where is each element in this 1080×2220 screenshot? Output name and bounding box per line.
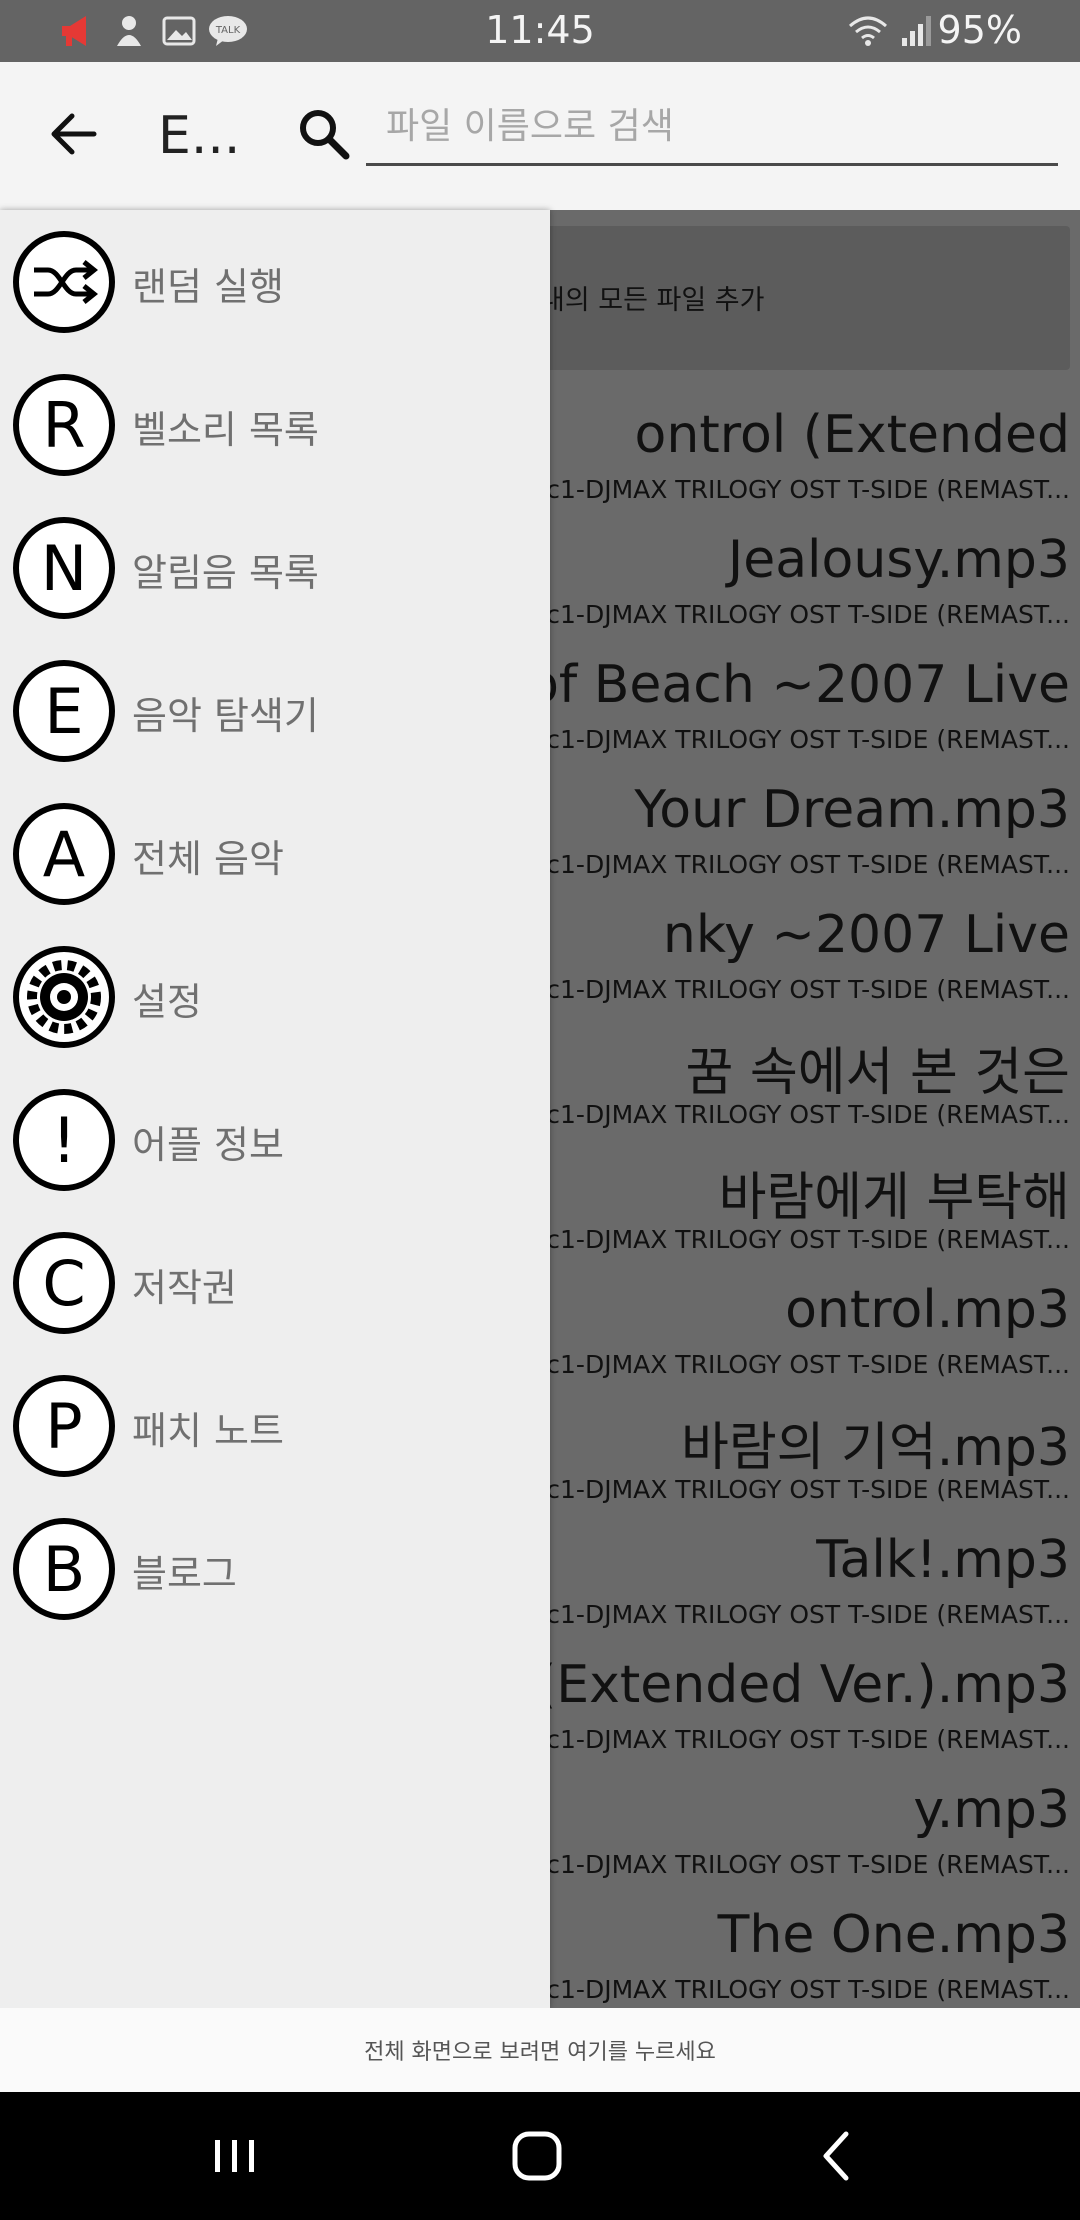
letter-n-icon: N [13, 517, 115, 619]
signal-icon [902, 16, 931, 46]
file-title: 바람의 기억.mp3 [680, 1418, 1070, 1478]
file-subtitle: Disc1-DJMAX TRILOGY OST T-SIDE (REMAST..… [507, 1225, 1070, 1254]
drawer-item-blog[interactable]: B 블로그 [0, 1497, 550, 1640]
drawer-item-label: 랜덤 실행 [132, 265, 284, 309]
app-title: E... [158, 106, 241, 166]
file-subtitle: Disc1-DJMAX TRILOGY OST T-SIDE (REMAST..… [507, 1475, 1070, 1504]
recents-icon[interactable] [175, 2092, 295, 2220]
file-subtitle: Disc1-DJMAX TRILOGY OST T-SIDE (REMAST..… [507, 1850, 1070, 1879]
file-title: Jealousy.mp3 [727, 530, 1070, 590]
file-title: Your Dream.mp3 [634, 780, 1070, 840]
file-title: ontrol (Extended [634, 405, 1070, 465]
letter-c-icon: C [13, 1232, 115, 1334]
drawer-item-label: 전체 음악 [132, 837, 284, 881]
file-subtitle: Disc1-DJMAX TRILOGY OST T-SIDE (REMAST..… [507, 1100, 1070, 1129]
file-subtitle: Disc1-DJMAX TRILOGY OST T-SIDE (REMAST..… [507, 850, 1070, 879]
drawer-item-copyright[interactable]: C 저작권 [0, 1211, 550, 1354]
file-subtitle: Disc1-DJMAX TRILOGY OST T-SIDE (REMAST..… [507, 475, 1070, 504]
app-bar: E... [0, 62, 1080, 210]
file-subtitle: Disc1-DJMAX TRILOGY OST T-SIDE (REMAST..… [507, 1975, 1070, 2004]
search-input[interactable] [366, 90, 1058, 166]
drawer-item-label: 음악 탐색기 [132, 694, 319, 738]
file-subtitle: Disc1-DJMAX TRILOGY OST T-SIDE (REMAST..… [507, 1725, 1070, 1754]
file-subtitle: Disc1-DJMAX TRILOGY OST T-SIDE (REMAST..… [507, 1350, 1070, 1379]
drawer-item-ringtones[interactable]: R 벨소리 목록 [0, 353, 550, 496]
file-title: nky ~2007 Live [662, 905, 1070, 965]
fullscreen-hint-bar[interactable]: 전체 화면으로 보려면 여기를 누르세요 [0, 2008, 1080, 2092]
file-title: 바람에게 부탁해 [718, 1168, 1070, 1228]
drawer-item-label: 어플 정보 [132, 1123, 284, 1167]
file-title: of Beach ~2007 Live [527, 655, 1070, 715]
add-all-files-button: 내의 모든 파일 추가 [540, 226, 1070, 370]
exclamation-icon: ! [13, 1089, 115, 1191]
wifi-icon [849, 16, 887, 46]
shuffle-icon [13, 231, 115, 333]
icon-letter: A [43, 818, 85, 891]
icon-letter: C [42, 1247, 85, 1320]
file-subtitle: Disc1-DJMAX TRILOGY OST T-SIDE (REMAST..… [507, 1600, 1070, 1629]
back-nav-icon[interactable] [780, 2092, 900, 2220]
system-navigation-bar [0, 2092, 1080, 2220]
icon-letter: N [41, 532, 87, 605]
drawer-item-label: 벨소리 목록 [132, 408, 319, 452]
gear-icon [13, 946, 115, 1048]
file-title: The One.mp3 [717, 1905, 1070, 1965]
drawer-item-label: 블로그 [132, 1552, 237, 1596]
file-title: Talk!.mp3 [816, 1530, 1070, 1590]
drawer-item-all-music[interactable]: A 전체 음악 [0, 782, 550, 925]
drawer-item-notifications[interactable]: N 알림음 목록 [0, 496, 550, 639]
drawer-item-label: 알림음 목록 [132, 551, 319, 595]
letter-b-icon: B [13, 1518, 115, 1620]
file-title: ontrol.mp3 [785, 1280, 1070, 1340]
file-title: y.mp3 [913, 1780, 1070, 1840]
search-icon[interactable] [296, 106, 352, 162]
icon-letter: E [44, 675, 83, 748]
icon-letter: B [43, 1533, 86, 1606]
drawer-item-label: 설정 [132, 980, 202, 1024]
letter-p-icon: P [13, 1375, 115, 1477]
icon-letter: ! [52, 1104, 77, 1177]
file-subtitle: Disc1-DJMAX TRILOGY OST T-SIDE (REMAST..… [507, 725, 1070, 754]
fullscreen-hint-text: 전체 화면으로 보려면 여기를 누르세요 [364, 2040, 716, 2065]
letter-e-icon: E [13, 660, 115, 762]
battery-level: 95% [937, 8, 1022, 52]
back-arrow-icon[interactable] [44, 104, 104, 164]
drawer-item-settings[interactable]: 설정 [0, 925, 550, 1068]
file-title: s (Extended Ver.).mp3 [492, 1655, 1070, 1715]
drawer-item-patch-notes[interactable]: P 패치 노트 [0, 1354, 550, 1497]
file-title: 꿈 속에서 본 것은 [685, 1043, 1070, 1103]
home-icon[interactable] [477, 2092, 597, 2220]
letter-a-icon: A [13, 803, 115, 905]
drawer-item-label: 패치 노트 [132, 1409, 284, 1453]
navigation-drawer: 랜덤 실행 R 벨소리 목록 N 알림음 목록 E 음악 탐색기 A 전체 음악 [0, 210, 550, 2008]
letter-r-icon: R [13, 374, 115, 476]
drawer-item-shuffle[interactable]: 랜덤 실행 [0, 210, 550, 353]
icon-letter: P [45, 1390, 82, 1463]
add-all-files-label: 내의 모든 파일 추가 [540, 285, 765, 316]
icon-letter: R [42, 389, 85, 462]
drawer-item-label: 저작권 [132, 1266, 237, 1310]
status-bar: TALK 11:45 95% [0, 0, 1080, 62]
drawer-item-app-info[interactable]: ! 어플 정보 [0, 1068, 550, 1211]
file-subtitle: Disc1-DJMAX TRILOGY OST T-SIDE (REMAST..… [507, 975, 1070, 1004]
file-subtitle: Disc1-DJMAX TRILOGY OST T-SIDE (REMAST..… [507, 600, 1070, 629]
drawer-item-music-explorer[interactable]: E 음악 탐색기 [0, 639, 550, 782]
